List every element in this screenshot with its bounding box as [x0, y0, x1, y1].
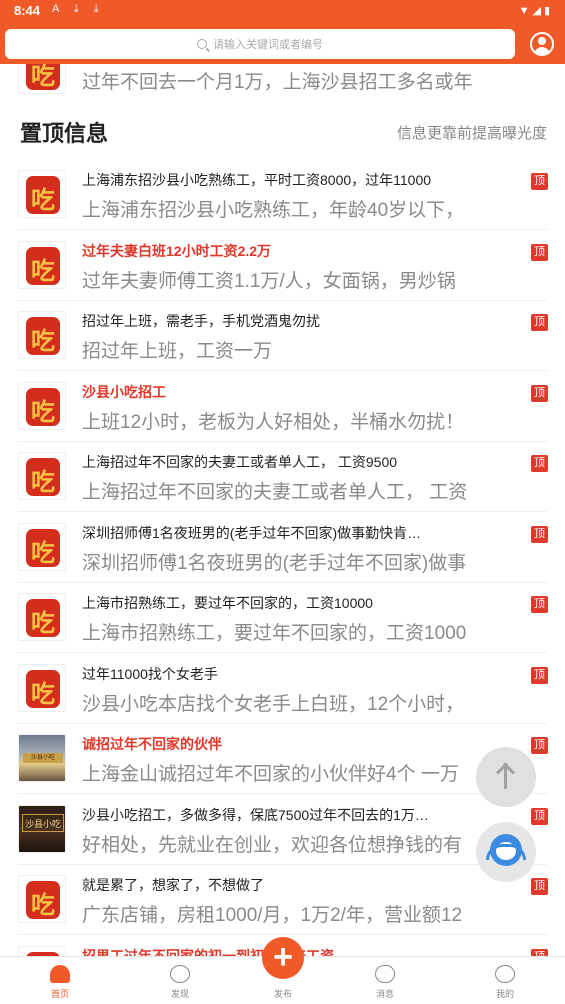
item-thumbnail: 吃	[18, 311, 66, 359]
nav-mine[interactable]: 我的	[465, 957, 545, 1004]
pinned-badge: 顶	[531, 455, 548, 472]
top-bar: 请输入关键词或者编号	[0, 24, 565, 64]
item-title: 深圳招师傅1名夜班男的(老手过年不回家)做事勤快肯…	[82, 524, 422, 541]
status-time: 8:44	[14, 3, 41, 18]
scroll-to-top-button[interactable]	[476, 747, 536, 807]
shop-photo: 沙县小吃	[19, 805, 65, 852]
section-title: 置顶信息	[20, 121, 109, 146]
restaurant-logo-icon: 吃	[26, 458, 60, 496]
list-item[interactable]: 吃 上海招过年不回家的夫妻工或者单人工， 工资9500 上海招过年不回家的夫妻工或者…	[0, 442, 565, 512]
item-title: 沙县小吃招工	[82, 383, 166, 400]
item-title: 诚招过年不回家的伙伴	[82, 736, 222, 752]
chat-icon	[375, 965, 395, 983]
item-thumbnail: 吃	[18, 240, 66, 289]
pinned-badge: 顶	[531, 243, 548, 261]
item-thumbnail: 吃	[18, 522, 66, 571]
list-item[interactable]: 吃 沙县小吃招工上班12小时，老板为人好相处，半桶水勿扰！ 顶	[0, 372, 565, 442]
item-description: 广东店铺，房租1000/月，1万2/年，营业额12	[82, 905, 463, 926]
item-thumbnail: 吃	[18, 170, 66, 218]
section-hint[interactable]: 信息更靠前提高曝光度	[397, 122, 547, 143]
list-item[interactable]: 吃 过年11000找个女老手沙县小吃本店找个女老手上白班，12个小时， 顶	[0, 654, 565, 724]
publish-button[interactable]: +	[262, 937, 304, 979]
item-description: 过年不回去一个月1万，上海沙县招工多名或年	[82, 72, 473, 93]
item-title: 上海招过年不回家的夫妻工或者单人工， 工资9500	[82, 454, 398, 470]
compass-icon	[170, 965, 190, 983]
nav-discover[interactable]: 发现	[140, 957, 220, 1004]
item-thumbnail: 吃	[18, 663, 66, 712]
pinned-badge: 顶	[531, 666, 548, 684]
publish-label: 发布	[273, 989, 292, 999]
search-icon	[197, 39, 207, 49]
list-item[interactable]: 吃 上海浦东招沙县小吃熟练工，平时工资8000，过年11000 上海浦东招沙县小吃熟…	[0, 160, 565, 230]
item-thumbnail: 吃	[18, 945, 66, 956]
item-thumbnail: 沙县小吃	[18, 804, 66, 853]
restaurant-logo-icon: 吃	[26, 246, 60, 285]
pinned-badge: 顶	[531, 596, 548, 613]
search-placeholder: 请输入关键词或者编号	[213, 39, 323, 51]
pinned-badge: 顶	[531, 525, 548, 543]
item-description: 好相处，先就业在创业，欢迎各位想挣钱的有	[82, 834, 463, 856]
arrow-up-icon	[504, 763, 507, 789]
item-description: 招过年上班，工资一万	[82, 341, 273, 362]
item-description: 上海浦东招沙县小吃熟练工，年龄40岁以下，	[82, 200, 465, 221]
pinned-badge: 顶	[531, 737, 548, 754]
item-title: 过年夫妻白班12小时工资2.2万	[82, 242, 272, 259]
item-description: 上海招过年不回家的夫妻工或者单人工， 工资	[82, 482, 468, 503]
pinned-badge: 顶	[531, 878, 548, 895]
list-item[interactable]: 吃 就是累了，想家了，不想做了广东店铺，房租1000/月，1万2/年，营业额12 顶	[0, 865, 565, 935]
nav-home[interactable]: 首页	[20, 957, 100, 1004]
status-bar: 8:44 A ⤓ ⤓ ▼◢▮	[0, 0, 565, 24]
item-title: 就是累了，想家了，不想做了	[82, 877, 264, 893]
item-title: 招过年上班，需老手，手机党酒鬼勿扰	[82, 313, 320, 329]
item-description: 沙县小吃本店找个女老手上白班，12个小时，	[82, 693, 465, 715]
list-item[interactable]: 吃 过年夫妻白班12小时工资2.2万过年夫妻师傅工资1.1万/人，女面锅，男炒锅 顶	[0, 231, 565, 301]
search-input[interactable]: 请输入关键词或者编号	[5, 29, 515, 59]
notification-icons: A ⤓ ⤓	[52, 3, 105, 15]
partial-list-item[interactable]: 吃 过年不回去一个月1万，上海沙县招工多名或年	[0, 64, 565, 104]
restaurant-logo-icon: 吃	[26, 387, 60, 426]
item-description: 过年夫妻师傅工资1.1万/人，女面锅，男炒锅	[82, 270, 456, 292]
pinned-badge: 顶	[531, 314, 548, 331]
item-description: 深圳招师傅1名夜班男的(老手过年不回家)做事	[82, 552, 467, 574]
list-item[interactable]: 吃 招过年上班，需老手，手机党酒鬼勿扰招过年上班，工资一万 顶	[0, 301, 565, 371]
item-thumbnail: 吃	[18, 381, 66, 430]
restaurant-logo-icon: 吃	[26, 528, 60, 567]
item-thumbnail: 吃	[18, 875, 66, 923]
restaurant-logo-icon: 吃	[26, 669, 60, 708]
restaurant-logo-icon: 吃	[26, 176, 60, 214]
pinned-badge: 顶	[531, 807, 548, 825]
restaurant-logo-icon: 吃	[26, 599, 60, 637]
item-title: 上海浦东招沙县小吃熟练工，平时工资8000，过年11000	[82, 172, 432, 188]
item-title: 过年11000找个女老手	[82, 665, 218, 682]
item-description: 上海市招熟练工，要过年不回家的，工资1000	[82, 623, 467, 644]
system-icons: ▼◢▮	[518, 5, 553, 17]
restaurant-logo-icon: 吃	[26, 64, 60, 90]
restaurant-logo-icon: 吃	[26, 881, 60, 919]
user-profile-icon[interactable]	[530, 32, 554, 56]
item-description: 上班12小时，老板为人好相处，半桶水勿扰！	[82, 411, 465, 433]
home-icon	[50, 965, 70, 983]
item-title: 沙县小吃招工，多做多得，保底7500过年不回去的1万…	[82, 806, 429, 823]
bottom-nav: 首页 发现 + 发布 消息 我的	[0, 937, 565, 1004]
pinned-badge: 顶	[531, 384, 548, 402]
shop-photo: 沙县小吃	[19, 735, 65, 781]
item-thumbnail: 吃	[18, 593, 66, 641]
pinned-badge: 顶	[531, 948, 548, 956]
item-thumbnail: 吃	[18, 64, 66, 94]
pinned-badge: 顶	[531, 173, 548, 190]
customer-service-button[interactable]	[476, 822, 536, 882]
nav-messages[interactable]: 消息	[345, 957, 425, 1004]
list-item[interactable]: 吃 上海市招熟练工，要过年不回家的，工资10000 上海市招熟练工，要过年不回家的，…	[0, 583, 565, 653]
item-thumbnail: 沙县小吃	[18, 734, 66, 782]
item-description: 上海金山诚招过年不回家的小伙伴好4个 一万	[82, 764, 459, 785]
profile-icon	[495, 965, 515, 983]
restaurant-logo-icon: 吃	[26, 317, 60, 355]
item-title: 上海市招熟练工，要过年不回家的，工资10000	[82, 595, 373, 611]
item-thumbnail: 吃	[18, 452, 66, 500]
list-item[interactable]: 吃 深圳招师傅1名夜班男的(老手过年不回家)做事勤快肯… 深圳招师傅1名夜班男的(老…	[0, 513, 565, 583]
